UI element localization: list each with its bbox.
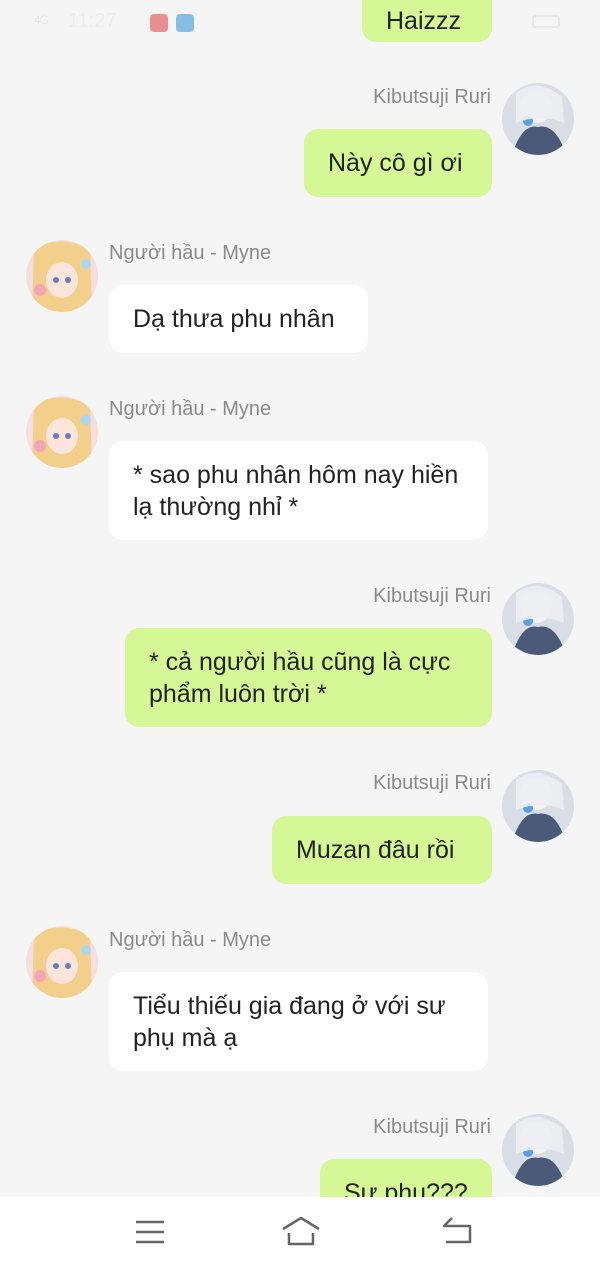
avatar-image [26,396,98,468]
avatar-image [26,240,98,312]
message-text: Tiểu thiếu gia đang ở với sư phụ mà ạ [133,991,446,1052]
message-text: * sao phu nhân hôm nay hiền lạ thường nh… [133,460,459,521]
sender-name: Kibutsuji Ruri [373,1116,491,1138]
message-text: Sư phụ??? [344,1179,468,1197]
message-bubble[interactable]: Dạ thưa phu nhân [109,285,368,353]
home-icon[interactable] [280,1215,322,1247]
message-bubble[interactable]: Muzan đâu rồi [272,816,492,884]
message-bubble[interactable]: Sư phụ??? [320,1159,492,1197]
message-text: * cả người hầu cũng là cực phẩm luôn trờ… [149,647,451,708]
battery-icon [532,15,560,28]
message-bubble[interactable]: Haizzz [362,0,492,42]
back-icon[interactable] [440,1215,474,1247]
message-text: Haizzz [386,7,462,35]
manga-app-icon [150,14,168,32]
avatar-image [502,583,574,655]
message-text: Này cô gì ơi [328,149,463,177]
status-time: 11:27 [68,10,117,32]
sender-name: Kibutsuji Ruri [373,772,491,794]
signal-indicator: 4G [34,13,49,27]
avatar-kibutsuji-ruri[interactable] [502,583,574,655]
avatar-image [502,83,574,155]
sender-name: Người hầu - Myne [109,242,272,264]
sender-name: Người hầu - Myne [109,929,272,951]
status-bar: 4G 11:27 [0,0,600,44]
message-bubble[interactable]: * cả người hầu cũng là cực phẩm luôn trờ… [125,628,492,727]
avatar-kibutsuji-ruri[interactable] [502,1114,574,1186]
message-bubble[interactable]: Tiểu thiếu gia đang ở với sư phụ mà ạ [109,972,488,1071]
sender-name: Kibutsuji Ruri [373,86,491,108]
avatar-nguoi-hau-myne[interactable] [26,240,98,312]
sender-name: Kibutsuji Ruri [373,585,491,607]
system-nav-bar [0,1197,600,1267]
avatar-image [26,926,98,998]
message-bubble[interactable]: * sao phu nhân hôm nay hiền lạ thường nh… [109,441,488,540]
avatar-nguoi-hau-myne[interactable] [26,396,98,468]
avatar-kibutsuji-ruri[interactable] [502,83,574,155]
chat-area[interactable]: 4G 11:27 Haizzz Kibutsuji Ruri Này cô gì… [0,0,600,1197]
sender-name: Người hầu - Myne [109,398,272,420]
avatar-image [502,770,574,842]
message-bubble[interactable]: Này cô gì ơi [304,129,492,197]
menu-icon[interactable] [134,1219,166,1245]
message-text: Dạ thưa phu nhân [133,305,335,333]
avatar-image [502,1114,574,1186]
avatar-nguoi-hau-myne[interactable] [26,926,98,998]
novel-app-icon [176,14,194,32]
message-text: Muzan đâu rồi [296,836,455,864]
avatar-kibutsuji-ruri[interactable] [502,770,574,842]
